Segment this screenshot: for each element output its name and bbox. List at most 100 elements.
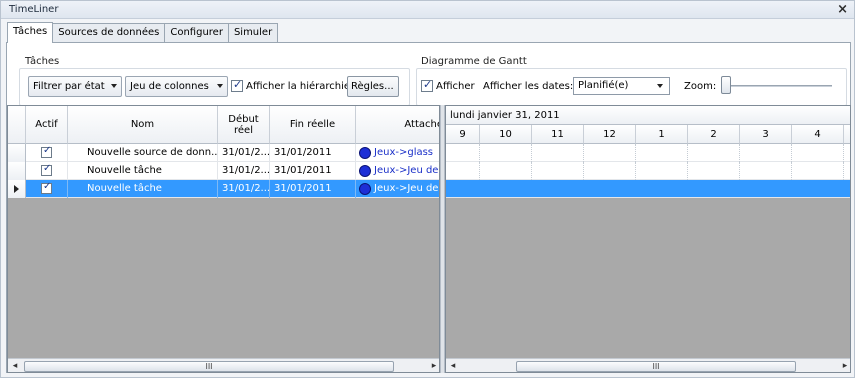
show-hierarchy-checkbox[interactable]: ✓ [231,78,243,92]
active-checkbox[interactable]: ✓ [41,163,52,176]
gantt-hour-9: 9 [446,125,480,144]
scroll-right-icon[interactable]: ▸ [427,359,439,372]
tab-taches[interactable]: Tâches [7,22,54,43]
gantt-hour-10: 10 [480,125,532,144]
gantt-hour-12: 12 [584,125,636,144]
row-indicator-icon [14,185,19,193]
attached-label: Jeux->Jeu de [374,183,439,194]
start-cell[interactable]: 31/01/2... [218,144,270,162]
scroll-thumb[interactable]: III [24,361,394,372]
close-icon[interactable]: × [837,2,848,17]
row-header-corner [8,106,26,144]
gantt-date-header: lundi janvier 31, 2011 [446,106,850,125]
gantt-row[interactable] [446,144,850,162]
tab-configurer[interactable]: Configurer [164,23,229,42]
end-cell[interactable]: 31/01/2011 [270,180,356,198]
zoom-slider-thumb[interactable] [721,76,731,94]
attached-label: Jeux->Jeu de [374,165,439,176]
gantt-cell [584,144,636,162]
name-cell[interactable]: Nouvelle source de donn... [68,144,218,162]
gantt-cell [480,144,532,162]
tasks-group-title: Tâches [23,56,62,67]
show-hierarchy-label: Afficher la hiérarchie [246,81,351,92]
gantt-cell [584,162,636,180]
check-icon: ✓ [233,78,243,91]
gantt-cell [792,162,844,180]
check-icon: ✓ [423,78,433,91]
check-icon: ✓ [43,181,52,192]
gantt-show-checkbox[interactable]: ✓ [421,78,433,92]
attached-item-icon [359,183,371,195]
gantt-hscrollbar[interactable]: ◂ III ▸ [446,358,850,372]
gantt-hour-2: 2 [688,125,740,144]
gantt-cell [740,144,792,162]
show-dates-value: Planifié(e) [578,80,629,91]
column-header-fin-reelle[interactable]: Fin réelle [270,106,356,144]
name-cell[interactable]: Nouvelle tâche [68,162,218,180]
gantt-cell [688,162,740,180]
gantt-row[interactable] [446,162,850,180]
zoom-slider-track[interactable] [722,85,832,87]
grip-icon: III [205,362,213,371]
zoom-label: Zoom: [684,81,717,92]
gantt-cell [636,162,688,180]
gantt-hour-4: 4 [792,125,844,144]
gantt-cell [532,162,584,180]
title-bar: TimeLiner × [1,1,854,19]
tab-sources-de-donnees[interactable]: Sources de données [52,23,166,42]
attached-cell[interactable]: Jeux->Jeu de [356,180,439,198]
gantt-cell [480,162,532,180]
column-header-debut-reel[interactable]: Début réel [218,106,270,144]
gantt-hour-11: 11 [532,125,584,144]
table-row[interactable]: ✓ Nouvelle source de donn... 31/01/2... … [8,144,439,162]
row-header[interactable] [8,180,26,198]
task-grid: Actif Nom Début réel Fin réelle Attaché … [7,105,440,373]
filter-by-status-label: Filtrer par état [33,81,105,92]
gantt-row-selected[interactable] [446,180,850,198]
column-header-attache[interactable]: Attaché [356,106,439,144]
chevron-down-icon [217,84,223,88]
attached-item-icon [359,147,371,159]
check-icon: ✓ [43,163,52,174]
chevron-down-icon [657,84,663,88]
end-cell[interactable]: 31/01/2011 [270,162,356,180]
scroll-thumb[interactable]: III [516,361,796,372]
name-cell[interactable]: Nouvelle tâche [68,180,218,198]
gantt-cell [636,144,688,162]
grip-icon: III [652,362,660,371]
row-header[interactable] [8,144,26,162]
actif-cell: ✓ [26,162,68,180]
actif-cell: ✓ [26,180,68,198]
attached-cell[interactable]: Jeux->glass [356,144,439,162]
gantt-hour-3: 3 [740,125,792,144]
filter-by-status-dropdown[interactable]: Filtrer par état [28,76,122,97]
gantt-cell [688,144,740,162]
scroll-right-icon[interactable]: ▸ [838,359,850,372]
row-header[interactable] [8,162,26,180]
attached-cell[interactable]: Jeux->Jeu de [356,162,439,180]
column-header-actif[interactable]: Actif [26,106,68,144]
show-dates-select[interactable]: Planifié(e) [573,77,670,95]
gantt-show-label: Afficher [436,81,475,92]
scroll-left-icon[interactable]: ◂ [446,359,460,372]
tab-panel: Tâches Filtrer par état Jeu de colonnes … [6,42,851,373]
start-cell[interactable]: 31/01/2... [218,180,270,198]
end-cell[interactable]: 31/01/2011 [270,144,356,162]
task-grid-hscrollbar[interactable]: ◂ III ▸ [8,358,439,372]
gantt-hour-overflow [844,125,850,144]
active-checkbox[interactable]: ✓ [41,145,52,158]
column-header-nom[interactable]: Nom [68,106,218,144]
tab-strip: Tâches Sources de données Configurer Sim… [7,22,279,43]
active-checkbox[interactable]: ✓ [41,181,52,194]
column-set-label: Jeu de colonnes [130,81,209,92]
table-row[interactable]: ✓ Nouvelle tâche 31/01/2... 31/01/2011 J… [8,162,439,180]
attached-item-icon [359,165,371,177]
tab-simuler[interactable]: Simuler [227,23,279,42]
actif-cell: ✓ [26,144,68,162]
start-cell[interactable]: 31/01/2... [218,162,270,180]
scroll-left-icon[interactable]: ◂ [8,359,22,372]
column-set-dropdown[interactable]: Jeu de colonnes [125,76,228,97]
gantt-cell [446,162,480,180]
table-row-selected[interactable]: ✓ Nouvelle tâche 31/01/2... 31/01/2011 J… [8,180,439,198]
rules-button[interactable]: Règles... [347,76,399,97]
